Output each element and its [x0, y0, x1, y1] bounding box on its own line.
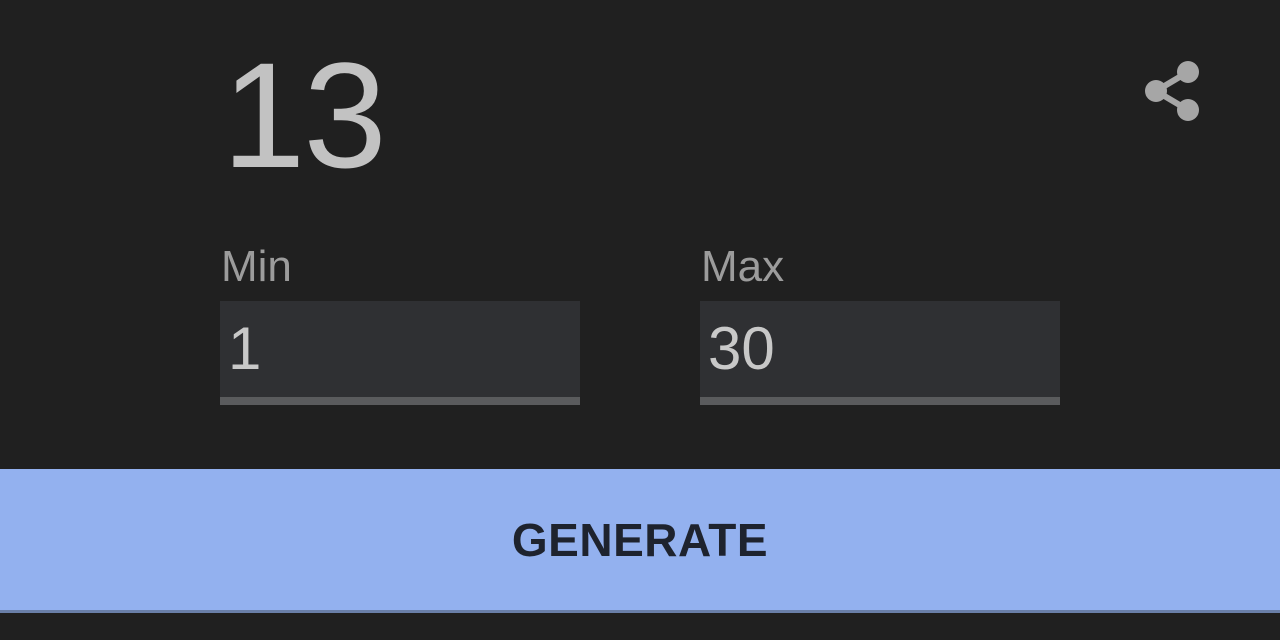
- share-button[interactable]: [1140, 58, 1204, 124]
- max-label: Max: [701, 242, 785, 291]
- min-input[interactable]: [228, 313, 568, 383]
- generate-button[interactable]: GENERATE: [0, 469, 1280, 613]
- max-input[interactable]: [708, 313, 1048, 383]
- min-field: [220, 301, 580, 405]
- max-field: [700, 301, 1060, 405]
- share-icon: [1145, 61, 1199, 121]
- result-number: 13: [222, 31, 387, 199]
- min-label: Min: [221, 242, 292, 291]
